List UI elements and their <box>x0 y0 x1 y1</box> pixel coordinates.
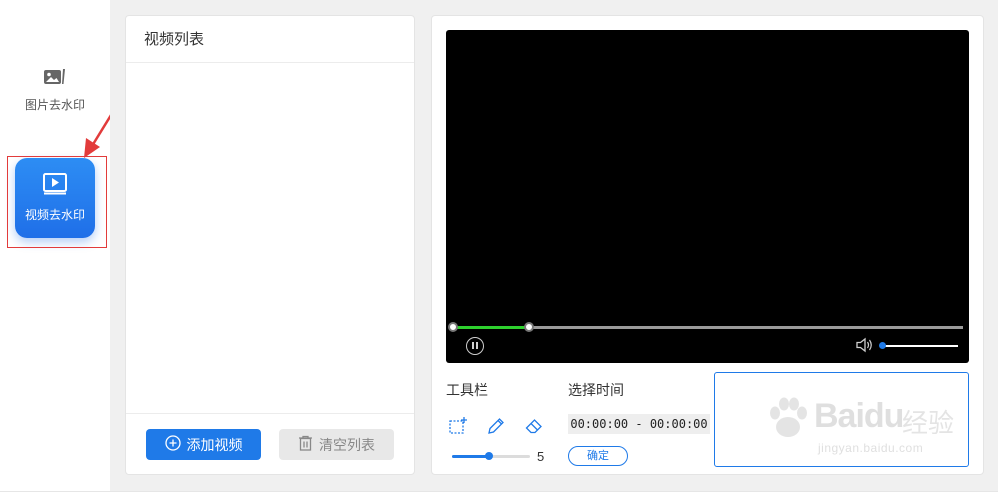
pen-icon[interactable] <box>486 416 506 436</box>
confirm-button[interactable]: 确定 <box>568 446 628 466</box>
trash-icon <box>298 435 313 454</box>
seek-handle[interactable] <box>523 322 534 332</box>
brush-size-slider[interactable] <box>452 452 530 460</box>
seek-progress <box>452 326 529 329</box>
volume-slider[interactable] <box>879 342 958 349</box>
add-video-label: 添加视频 <box>186 436 243 453</box>
time-range-field[interactable]: 00:00:00 - 00:00:00 <box>568 414 710 434</box>
bottom-strip <box>0 491 998 501</box>
video-list-title: 视频列表 <box>126 16 414 63</box>
seek-start-handle[interactable] <box>448 322 458 332</box>
paw-logo-icon <box>770 397 807 437</box>
video-list-body <box>126 63 414 413</box>
baidu-jingyan-watermark: Baidu 经验 jingyan.baidu.com <box>764 393 959 459</box>
volume-icon[interactable] <box>856 337 874 358</box>
add-video-button[interactable]: 添加视频 <box>146 429 261 460</box>
video-list-footer: 添加视频 清空列表 <box>126 413 414 474</box>
sidebar-item-label: 图片去水印 <box>24 98 85 112</box>
plus-circle-icon <box>164 435 181 454</box>
volume-handle[interactable] <box>879 342 886 349</box>
player-panel: 工具栏 选择时间 5 00:00:00 - 00:00:00 确定 Baidu … <box>431 15 984 475</box>
watermark-brand: Baidu <box>814 397 904 435</box>
brush-size-value: 5 <box>537 449 545 464</box>
video-list-panel: 视频列表 添加视频 清空列表 <box>125 15 415 475</box>
time-select-title: 选择时间 <box>568 382 624 398</box>
workspace: 视频列表 添加视频 清空列表 工具栏 选择时间 5 00:00:00 - 00:… <box>110 0 998 491</box>
brush-size-handle[interactable] <box>484 452 493 460</box>
watermark-url: jingyan.baidu.com <box>818 441 924 455</box>
select-rect-icon[interactable] <box>448 416 468 436</box>
toolbar-title: 工具栏 <box>446 382 488 398</box>
annotation-highlight-box <box>7 156 107 248</box>
brush-size-fill <box>452 455 489 458</box>
watermark-cn: 经验 <box>902 408 955 438</box>
clear-list-button[interactable]: 清空列表 <box>279 429 394 460</box>
left-sidebar: 图片去水印 视频去水印 <box>0 0 126 501</box>
clear-list-label: 清空列表 <box>319 436 375 453</box>
watermark-preview-box: Baidu 经验 jingyan.baidu.com <box>714 372 969 467</box>
pause-button[interactable] <box>466 337 484 355</box>
eraser-icon[interactable] <box>524 416 544 436</box>
seek-bar[interactable] <box>448 322 963 332</box>
image-icon <box>43 67 67 92</box>
video-player[interactable] <box>446 30 969 363</box>
